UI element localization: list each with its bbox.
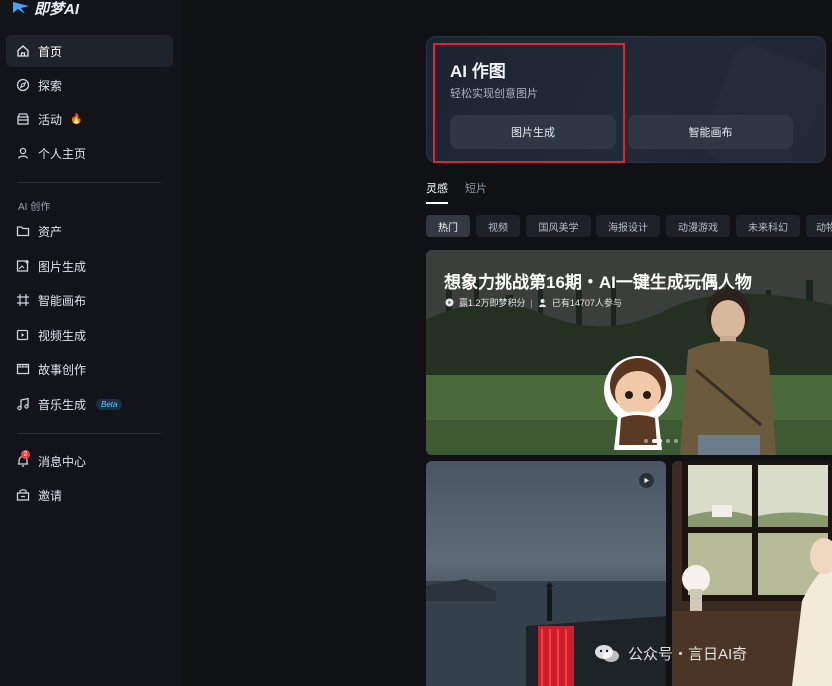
banner-participants: 已有14707人参与	[551, 298, 622, 308]
chip-anime-game[interactable]: 动漫游戏	[666, 215, 730, 237]
wechat-icon	[595, 644, 619, 662]
folder-icon	[16, 224, 30, 238]
tab-inspiration[interactable]: 灵感	[426, 180, 448, 204]
coin-icon	[445, 298, 454, 307]
hero-subtitle: 轻松实现创意图片	[450, 88, 538, 100]
sidebar-item-invite[interactable]: 邀请	[6, 479, 173, 511]
compass-icon	[16, 78, 30, 92]
user-icon	[16, 146, 30, 160]
ai-drawing-card: AI 作图 轻松实现创意图片 图片生成 智能画布	[426, 36, 826, 163]
banner-title: 想象力挑战第16期・AI一键生成玩偶人物	[444, 273, 752, 292]
sidebar-item-label: 智能画布	[38, 293, 87, 308]
tab-short-film[interactable]: 短片	[465, 180, 487, 204]
sidebar-item-label: 邀请	[38, 488, 63, 503]
sidebar-divider	[18, 433, 161, 434]
home-icon	[16, 44, 30, 58]
logo-text: 即梦AI	[34, 0, 80, 18]
sidebar-item-activity[interactable]: 活动 🔥	[6, 103, 173, 135]
sidebar-item-messages[interactable]: 消息中心	[6, 445, 173, 477]
sidebar-item-label: 探索	[38, 78, 63, 93]
carousel-dots[interactable]	[644, 439, 678, 443]
chip-video[interactable]: 视频	[476, 215, 520, 237]
sidebar-item-label: 资产	[38, 224, 63, 239]
challenge-banner[interactable]: 想象力挑战第16期・AI一键生成玩偶人物 赢1.2万即梦积分 | 已有14707…	[426, 250, 832, 455]
sidebar-item-video-gen[interactable]: 视频生成	[6, 319, 173, 351]
banner-reward: 赢1.2万即梦积分	[459, 298, 526, 308]
image-generate-button[interactable]: 图片生成	[450, 115, 616, 149]
sidebar-item-label: 活动	[38, 112, 63, 127]
sidebar-item-story[interactable]: 故事创作	[6, 353, 173, 385]
sidebar-item-music[interactable]: 音乐生成 Beta	[6, 388, 173, 420]
sidebar-item-explore[interactable]: 探索	[6, 69, 173, 101]
sidebar: 即梦AI 首页 探索 活动 🔥 个人主页 AI 创作 资产 图片生成 智能画布 …	[0, 0, 182, 686]
sidebar-item-label: 视频生成	[38, 328, 87, 343]
chip-hot[interactable]: 热门	[426, 215, 470, 237]
sidebar-item-label: 音乐生成	[38, 397, 87, 412]
invite-icon	[16, 488, 30, 502]
hero-title: AI 作图	[450, 62, 506, 81]
chip-animal[interactable]: 动物	[806, 215, 832, 237]
meta-separator: |	[530, 297, 533, 308]
sidebar-item-label: 首页	[38, 44, 63, 59]
app-logo[interactable]: 即梦AI	[12, 0, 79, 18]
watermark-text: 公众号・言日AI奇	[628, 646, 748, 663]
film-icon	[16, 362, 30, 376]
sidebar-item-label: 图片生成	[38, 259, 87, 274]
sidebar-item-label: 故事创作	[38, 362, 87, 377]
image-plus-icon	[16, 259, 30, 273]
gift-icon	[16, 112, 30, 126]
music-icon	[16, 397, 30, 411]
video-plus-icon	[16, 328, 30, 342]
smart-canvas-button[interactable]: 智能画布	[628, 115, 793, 149]
content-tabs: 灵感 短片	[426, 180, 487, 204]
banner-meta: 赢1.2万即梦积分 | 已有14707人参与	[445, 296, 622, 309]
people-icon	[538, 299, 546, 307]
fire-icon: 🔥	[70, 113, 83, 125]
sidebar-item-assets[interactable]: 资产	[6, 215, 173, 247]
logo-icon	[13, 2, 29, 14]
carousel-dot[interactable]	[666, 439, 670, 443]
category-chips: 热门 视频 国风美学 海报设计 动漫游戏 未来科幻 动物	[426, 215, 832, 239]
sidebar-item-profile[interactable]: 个人主页	[6, 137, 173, 169]
sidebar-item-image-gen[interactable]: 图片生成	[6, 250, 173, 282]
canvas-icon	[16, 293, 30, 307]
sidebar-item-label: 消息中心	[38, 454, 87, 469]
play-icon[interactable]	[639, 473, 654, 488]
beta-badge: Beta	[96, 398, 123, 410]
sidebar-item-canvas[interactable]: 智能画布	[6, 284, 173, 316]
sidebar-divider	[18, 182, 161, 183]
wechat-watermark: 公众号・言日AI奇	[594, 643, 747, 664]
sidebar-item-home[interactable]: 首页	[6, 35, 173, 67]
notification-badge: 2	[21, 450, 30, 459]
sidebar-item-label: 个人主页	[38, 146, 87, 161]
carousel-dot[interactable]	[644, 439, 648, 443]
chip-poster[interactable]: 海报设计	[596, 215, 660, 237]
carousel-dot[interactable]	[674, 439, 678, 443]
section-label-ai-create: AI 创作	[18, 202, 51, 213]
chip-scifi[interactable]: 未来科幻	[736, 215, 800, 237]
chip-guofeng[interactable]: 国风美学	[526, 215, 591, 237]
carousel-dot-active[interactable]	[652, 439, 662, 443]
